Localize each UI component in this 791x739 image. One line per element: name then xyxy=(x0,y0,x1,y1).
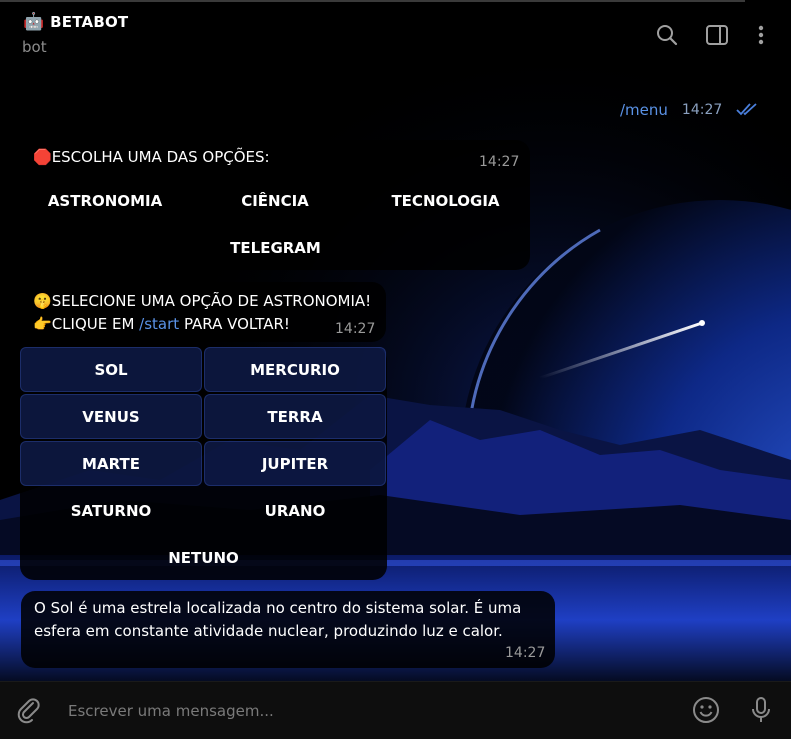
kb-button-tecnologia[interactable]: TECNOLOGIA xyxy=(361,178,530,223)
search-icon[interactable] xyxy=(654,22,680,48)
message-time: 14:27 xyxy=(335,321,376,337)
bot-message-astronomy: 🤫SELECIONE UMA OPÇÃO DE ASTRONOMIA! 👉CLI… xyxy=(21,282,386,342)
shush-face-icon: 🤫 xyxy=(33,292,52,310)
kb-button-saturno[interactable]: SATURNO xyxy=(20,488,202,533)
emoji-icon[interactable] xyxy=(691,695,721,725)
chat-title-row[interactable]: 🤖 BETABOT xyxy=(23,12,128,32)
kb-button-marte[interactable]: MARTE xyxy=(20,441,202,486)
outgoing-text: /menu xyxy=(620,101,668,119)
message-composer xyxy=(0,681,791,739)
kb-button-sol[interactable]: SOL xyxy=(20,347,202,392)
start-command-link[interactable]: /start xyxy=(139,315,179,333)
outgoing-message[interactable]: /menu 14:27 xyxy=(620,96,760,124)
chat-subtitle: bot xyxy=(22,38,47,56)
message-text: 🤫SELECIONE UMA OPÇÃO DE ASTRONOMIA! 👉CLI… xyxy=(33,292,372,333)
message-input[interactable] xyxy=(66,696,670,726)
kb-button-jupiter[interactable]: JUPITER xyxy=(204,441,386,486)
kb-button-urano[interactable]: URANO xyxy=(204,488,386,533)
bot-message-sol-info: O Sol é uma estrela localizada no centro… xyxy=(21,591,555,668)
kb-button-telegram[interactable]: TELEGRAM xyxy=(21,225,530,270)
kb-button-astronomia[interactable]: ASTRONOMIA xyxy=(21,178,189,223)
chat-title[interactable]: BETABOT xyxy=(50,13,128,31)
double-check-icon xyxy=(736,101,760,120)
message-time: 14:27 xyxy=(681,102,723,118)
inline-keyboard-astronomy: SOL MERCURIO VENUS TERRA MARTE JUPITER S… xyxy=(20,347,387,580)
sidebar-toggle-icon[interactable] xyxy=(704,22,730,48)
kb-button-terra[interactable]: TERRA xyxy=(204,394,386,439)
pointing-hand-icon: 👉 xyxy=(33,315,52,333)
kb-button-mercurio[interactable]: MERCURIO xyxy=(204,347,386,392)
kb-button-ciencia[interactable]: CIÊNCIA xyxy=(191,178,359,223)
kb-button-venus[interactable]: VENUS xyxy=(20,394,202,439)
message-time: 14:27 xyxy=(505,645,546,661)
more-vertical-icon[interactable] xyxy=(748,22,774,48)
message-text: O Sol é uma estrela localizada no centro… xyxy=(34,599,522,640)
header-divider xyxy=(0,0,745,2)
message-time: 14:27 xyxy=(479,154,520,170)
chat-header: 🤖 BETABOT bot xyxy=(0,0,791,68)
paperclip-icon[interactable] xyxy=(14,695,44,725)
message-text: 🛑ESCOLHA UMA DAS OPÇÕES: xyxy=(33,148,270,166)
stop-sign-icon: 🛑 xyxy=(33,148,52,166)
microphone-icon[interactable] xyxy=(746,695,776,725)
robot-icon: 🤖 xyxy=(23,12,45,32)
kb-button-netuno[interactable]: NETUNO xyxy=(20,535,387,580)
